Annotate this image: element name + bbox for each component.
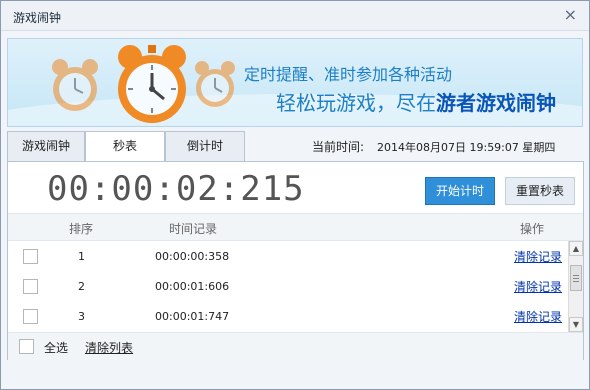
row-time: 00:00:01:747 bbox=[155, 310, 230, 323]
current-time-label: 当前时间: bbox=[312, 140, 365, 154]
select-all-checkbox[interactable] bbox=[19, 339, 34, 354]
records-table-header: 排序 时间记录 操作 bbox=[8, 213, 583, 241]
row-index: 2 bbox=[78, 280, 85, 293]
select-all-label[interactable]: 全选 bbox=[44, 339, 68, 356]
tab-countdown[interactable]: 倒计时 bbox=[165, 131, 245, 161]
clear-list-link[interactable]: 清除列表 bbox=[85, 339, 133, 356]
alarm-clock-icon bbox=[192, 59, 238, 111]
start-timer-button[interactable]: 开始计时 bbox=[425, 177, 495, 205]
title-bar: 游戏闹钟 × bbox=[1, 1, 589, 31]
row-time: 00:00:00:358 bbox=[155, 250, 230, 263]
current-time-value: 2014年08月07日 19:59:07 星期四 bbox=[377, 141, 556, 154]
app-window: 游戏闹钟 × 定时提醒、准时参加各种活动 轻松玩游戏，尽在游者游戏闹钟 游戏闹钟… bbox=[0, 0, 590, 390]
row-index: 1 bbox=[78, 250, 85, 263]
stopwatch-display: 00:00:02:215 bbox=[47, 169, 305, 209]
promo-banner: 定时提醒、准时参加各种活动 轻松玩游戏，尽在游者游戏闹钟 bbox=[7, 38, 583, 127]
table-row: 2 00:00:01:606 清除记录 bbox=[8, 272, 568, 302]
row-index: 3 bbox=[78, 310, 85, 323]
tab-game-alarm[interactable]: 游戏闹钟 bbox=[7, 131, 85, 161]
alarm-clock-icon bbox=[112, 43, 192, 126]
banner-slogan-prefix: 轻松玩游戏，尽在 bbox=[276, 91, 436, 115]
tab-stopwatch[interactable]: 秒表 bbox=[85, 131, 165, 162]
records-scrollbar[interactable]: ▲ ▼ bbox=[568, 241, 583, 332]
banner-slogan-line1: 定时提醒、准时参加各种活动 bbox=[244, 65, 453, 84]
banner-slogan-line2: 轻松玩游戏，尽在游者游戏闹钟 bbox=[276, 87, 556, 116]
window-title: 游戏闹钟 bbox=[13, 11, 62, 25]
header-time-record: 时间记录 bbox=[169, 222, 218, 236]
banner-brand-name: 游者游戏闹钟 bbox=[436, 91, 556, 115]
header-index: 排序 bbox=[69, 222, 94, 236]
alarm-clock-icon bbox=[48, 57, 102, 115]
header-action: 操作 bbox=[520, 222, 545, 236]
clear-record-link[interactable]: 清除记录 bbox=[514, 248, 562, 265]
table-row: 3 00:00:01:747 清除记录 bbox=[8, 302, 568, 332]
close-icon[interactable]: × bbox=[564, 6, 577, 24]
row-checkbox[interactable] bbox=[23, 309, 38, 324]
table-footer: 全选 清除列表 bbox=[8, 332, 583, 360]
scrollbar-thumb[interactable] bbox=[570, 265, 582, 291]
scroll-up-icon[interactable]: ▲ bbox=[569, 241, 583, 256]
table-row: 1 00:00:00:358 清除记录 bbox=[8, 242, 568, 272]
row-checkbox[interactable] bbox=[23, 279, 38, 294]
scroll-down-icon[interactable]: ▼ bbox=[569, 317, 583, 332]
clear-record-link[interactable]: 清除记录 bbox=[514, 308, 562, 325]
reset-stopwatch-button[interactable]: 重置秒表 bbox=[505, 177, 575, 205]
row-checkbox[interactable] bbox=[23, 249, 38, 264]
clear-record-link[interactable]: 清除记录 bbox=[514, 278, 562, 295]
row-time: 00:00:01:606 bbox=[155, 280, 230, 293]
